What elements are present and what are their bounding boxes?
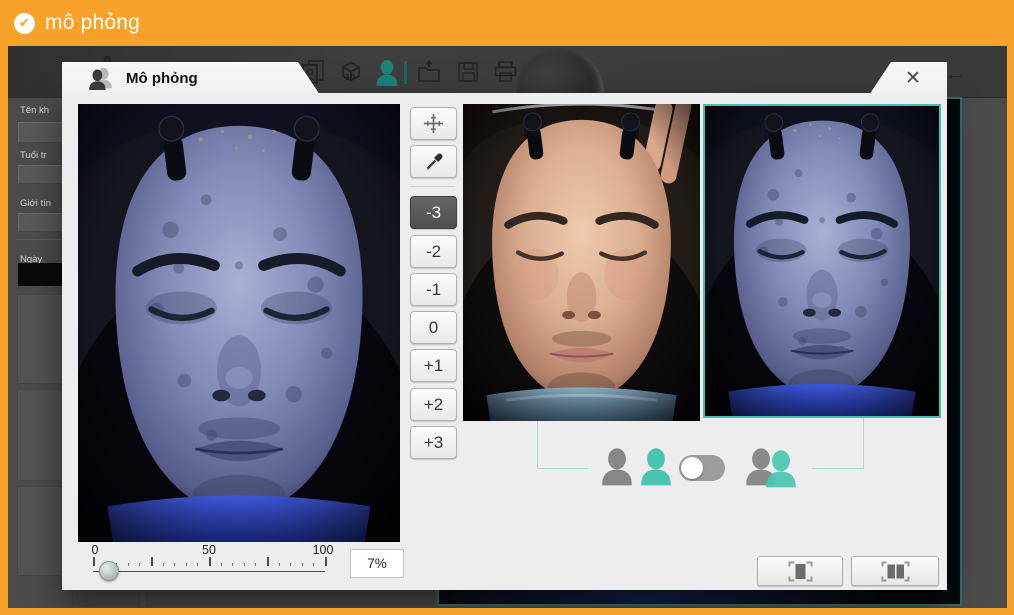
slider-ticks	[93, 557, 325, 567]
dialog-title-tab: Mô phỏng	[62, 62, 320, 95]
single-view-button[interactable]	[757, 556, 843, 586]
slider-value-box: 7%	[350, 549, 404, 578]
tick-mark	[209, 557, 211, 566]
color-picker-button[interactable]	[410, 145, 457, 178]
close-icon: ✕	[905, 67, 921, 90]
level-button[interactable]: -3	[410, 196, 457, 229]
tick-mark	[267, 557, 269, 566]
overlay-toggle[interactable]	[679, 455, 725, 481]
tick-mark	[232, 563, 233, 566]
level-button[interactable]: 0	[410, 311, 457, 344]
tick-mark	[221, 563, 222, 566]
tick-mark	[325, 557, 327, 566]
crosshair-icon	[422, 112, 445, 135]
back-arrow[interactable]: ←	[944, 60, 966, 86]
slider-tick-label: 0	[92, 543, 99, 557]
svg-text:3D: 3D	[345, 73, 355, 82]
tick-mark	[244, 563, 245, 566]
tick-mark	[128, 563, 129, 566]
screen: ✔ mô phỏng A 3D ← Tên kh Tuổi tr	[0, 0, 1014, 615]
tick-mark	[313, 563, 314, 566]
level-button[interactable]: +2	[410, 388, 457, 421]
tick-mark	[197, 563, 198, 566]
person-teal-overlap-icon	[764, 449, 798, 489]
connector-line-left	[537, 421, 588, 469]
person-gray-icon	[600, 447, 634, 487]
slider-tick-label: 50	[202, 543, 216, 557]
print-icon[interactable]	[492, 59, 518, 85]
3d-viewer-icon[interactable]: 3D	[338, 59, 364, 85]
person-teal-icon	[639, 447, 673, 487]
slider-tick-label: 100	[313, 543, 334, 557]
tick-mark	[93, 557, 95, 566]
dialog-title: Mô phỏng	[126, 70, 198, 87]
tick-mark	[186, 563, 187, 566]
simulation-persons-icon	[88, 67, 113, 91]
top-banner: ✔ mô phỏng	[0, 0, 1014, 46]
align-crosshair-button[interactable]	[410, 107, 457, 140]
eyedropper-icon	[423, 151, 445, 173]
normal-photo-thumbnail[interactable]	[463, 104, 700, 421]
field-label: Giới tín	[20, 198, 51, 209]
tool-divider	[410, 186, 455, 187]
tick-mark	[163, 563, 164, 566]
level-button[interactable]: -1	[410, 273, 457, 306]
toolbar-separator	[404, 61, 407, 84]
open-file-icon[interactable]	[416, 59, 442, 85]
field-label: Tuổi tr	[20, 150, 47, 161]
compare-view-button[interactable]	[851, 556, 939, 586]
panel-seam	[72, 589, 140, 606]
level-button[interactable]: -2	[410, 235, 457, 268]
tick-mark	[279, 563, 280, 566]
simulation-dialog: -3 -2 -1 0 +1 +2 +3 0 50 100 7%	[62, 93, 947, 590]
tick-mark	[151, 557, 153, 566]
connector-line-right	[812, 418, 864, 469]
save-icon[interactable]	[455, 59, 481, 85]
frame-bottom	[0, 608, 1014, 615]
frame-left	[0, 46, 8, 615]
panel-seam	[146, 589, 434, 606]
tick-mark	[302, 563, 303, 566]
toggle-knob	[681, 457, 703, 479]
field-label: Tên kh	[20, 105, 49, 116]
simulation-person-icon[interactable]	[374, 60, 400, 86]
slider-track[interactable]	[93, 571, 325, 572]
tick-mark	[139, 563, 140, 566]
compare-view-icon	[880, 560, 911, 583]
slider-knob[interactable]	[99, 561, 119, 581]
uv-photo-thumbnail-selected[interactable]	[703, 104, 941, 418]
level-button[interactable]: +1	[410, 349, 457, 382]
tick-mark	[174, 563, 175, 566]
check-circle-icon: ✔	[14, 13, 35, 34]
uv-preview-image	[78, 104, 400, 542]
frame-right	[1007, 46, 1014, 615]
tick-mark	[290, 563, 291, 566]
tick-mark	[255, 563, 256, 566]
level-button[interactable]: +3	[410, 426, 457, 459]
banner-title: mô phỏng	[45, 11, 140, 35]
single-view-icon	[787, 560, 814, 583]
